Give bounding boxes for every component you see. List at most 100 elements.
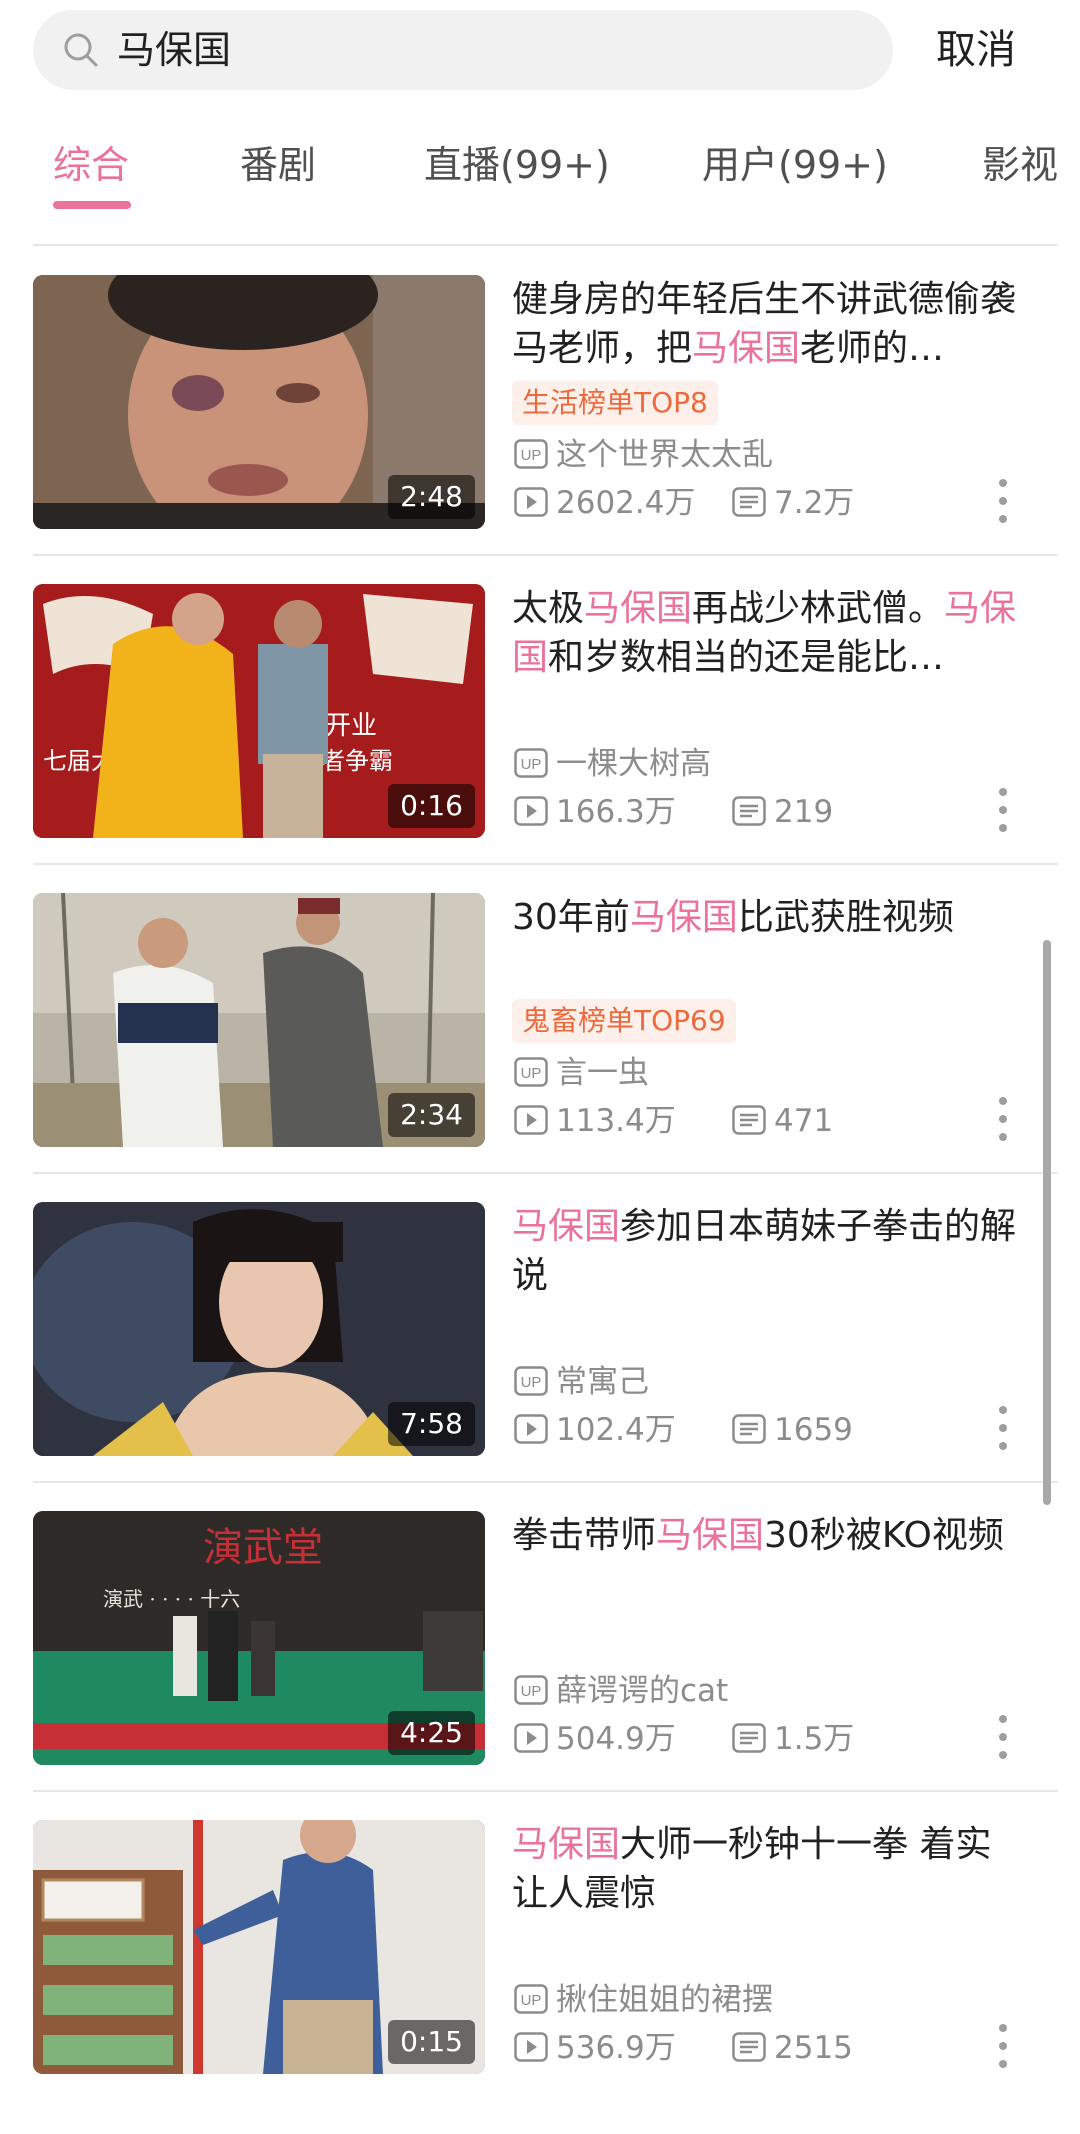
video-item[interactable]: 2:34 30年前马保国比武获胜视频 鬼畜榜单TOP69 UP 言一虫 113.4…	[0, 893, 1080, 1202]
video-thumbnail[interactable]: 2:34	[33, 893, 485, 1147]
search-results-screen: 马保国 取消 综合 番剧 直播(99+) 用户(99+) 影视 2:48 健身房…	[0, 0, 1080, 2134]
video-thumbnail[interactable]: 7:58	[33, 1202, 485, 1456]
view-count: 113.4万	[514, 1101, 676, 1141]
stats-line: 102.4万 1659	[514, 1410, 853, 1450]
uploader-name: 常寓己	[556, 1364, 649, 1400]
tab-movies[interactable]: 影视	[982, 125, 1058, 205]
danmaku-icon	[732, 1104, 766, 1135]
danmaku-icon	[732, 1722, 766, 1753]
divider	[33, 244, 1058, 246]
video-duration: 4:25	[388, 1711, 475, 1755]
uploader-line[interactable]: UP 言一虫	[514, 1053, 649, 1093]
divider	[33, 1481, 1058, 1483]
tab-users[interactable]: 用户(99+)	[702, 125, 888, 205]
uploader-name: 揪住姐姐的裙摆	[556, 1982, 773, 2018]
stats-line: 2602.4万 7.2万	[514, 483, 854, 523]
danmaku-count: 1659	[732, 1410, 853, 1450]
view-count: 504.9万	[514, 1719, 676, 1759]
view-count: 2602.4万	[514, 483, 695, 523]
video-title[interactable]: 拳击带师马保国30秒被KO视频	[512, 1511, 1022, 1560]
view-count: 102.4万	[514, 1410, 676, 1450]
video-thumbnail[interactable]: 0:15	[33, 1820, 485, 2074]
video-thumbnail[interactable]: 演武堂 演武 · · · · 十六 4:25	[33, 1511, 485, 1765]
up-icon: UP	[514, 1674, 548, 1705]
uploader-line[interactable]: UP 这个世界太太乱	[514, 435, 773, 475]
video-title[interactable]: 30年前马保国比武获胜视频	[512, 893, 1022, 942]
danmaku-icon	[732, 2031, 766, 2062]
svg-text:UP: UP	[521, 447, 542, 464]
video-title[interactable]: 太极马保国再战少林武僧。马保国和岁数相当的还是能比…	[512, 584, 1022, 682]
video-item[interactable]: 7:58 马保国参加日本萌妹子拳击的解说 UP 常寓己 102.4万 1659	[0, 1202, 1080, 1511]
play-count-icon	[514, 1413, 548, 1444]
danmaku-icon	[732, 486, 766, 517]
more-options-icon[interactable]	[988, 1091, 1018, 1147]
active-tab-indicator	[53, 201, 131, 209]
video-title[interactable]: 马保国参加日本萌妹子拳击的解说	[512, 1202, 1022, 1300]
view-count: 166.3万	[514, 792, 676, 832]
video-thumbnail[interactable]: 2:48	[33, 275, 485, 529]
video-title[interactable]: 健身房的年轻后生不讲武德偷袭马老师，把马保国老师的…	[512, 275, 1022, 373]
danmaku-icon	[732, 795, 766, 826]
uploader-line[interactable]: UP 一棵大树高	[514, 744, 711, 784]
video-item[interactable]: 0:15 马保国大师一秒钟十一拳 着实让人震惊 UP 揪住姐姐的裙摆 536.9万…	[0, 1820, 1080, 2129]
uploader-name: 薛谔谔的cat	[556, 1673, 729, 1709]
svg-text:演武 · · · · 十六: 演武 · · · · 十六	[103, 1587, 240, 1611]
divider	[33, 863, 1058, 865]
search-query[interactable]: 马保国	[117, 10, 231, 90]
video-item[interactable]: 凰馆开业 七届大 击王者争霸 0:16 太极马保国再战少林武僧。马保国和岁数相当…	[0, 584, 1080, 893]
video-duration: 0:15	[388, 2020, 475, 2064]
uploader-line[interactable]: UP 薛谔谔的cat	[514, 1671, 728, 1711]
divider	[33, 554, 1058, 556]
danmaku-count: 7.2万	[732, 483, 854, 523]
danmaku-count: 471	[732, 1101, 833, 1141]
stats-line: 536.9万 2515	[514, 2028, 853, 2068]
scrollbar[interactable]	[1043, 940, 1051, 1505]
play-count-icon	[514, 2031, 548, 2062]
more-options-icon[interactable]	[988, 2018, 1018, 2074]
uploader-name: 这个世界太太乱	[556, 437, 773, 473]
tab-all[interactable]: 综合	[53, 125, 129, 205]
up-icon: UP	[514, 1983, 548, 2014]
more-options-icon[interactable]	[988, 473, 1018, 529]
play-count-icon	[514, 1722, 548, 1753]
cancel-button[interactable]: 取消	[936, 10, 1016, 90]
up-icon: UP	[514, 1365, 548, 1396]
ranking-badge: 鬼畜榜单TOP69	[512, 999, 736, 1043]
search-icon	[64, 33, 98, 67]
uploader-line[interactable]: UP 常寓己	[514, 1362, 649, 1402]
up-icon: UP	[514, 438, 548, 469]
play-count-icon	[514, 486, 548, 517]
search-header: 马保国 取消	[0, 0, 1080, 115]
play-count-icon	[514, 795, 548, 826]
video-duration: 7:58	[388, 1402, 475, 1446]
svg-text:UP: UP	[521, 1374, 542, 1391]
divider	[33, 1172, 1058, 1174]
video-item[interactable]: 2:48 健身房的年轻后生不讲武德偷袭马老师，把马保国老师的… 生活榜单TOP8…	[0, 275, 1080, 584]
uploader-name: 一棵大树高	[556, 746, 711, 782]
more-options-icon[interactable]	[988, 782, 1018, 838]
uploader-line[interactable]: UP 揪住姐姐的裙摆	[514, 1980, 773, 2020]
svg-text:UP: UP	[521, 1683, 542, 1700]
video-duration: 2:48	[388, 475, 475, 519]
tab-bar: 综合 番剧 直播(99+) 用户(99+) 影视	[0, 125, 1080, 215]
danmaku-count: 219	[732, 792, 833, 832]
svg-text:UP: UP	[521, 1065, 542, 1082]
video-thumbnail[interactable]: 凰馆开业 七届大 击王者争霸 0:16	[33, 584, 485, 838]
svg-text:演武堂: 演武堂	[203, 1525, 323, 1571]
video-title[interactable]: 马保国大师一秒钟十一拳 着实让人震惊	[512, 1820, 1022, 1918]
video-item[interactable]: 演武堂 演武 · · · · 十六 4:25 拳击带师马保国30秒被KO视频 U…	[0, 1511, 1080, 1820]
tab-live[interactable]: 直播(99+)	[424, 125, 610, 205]
more-options-icon[interactable]	[988, 1709, 1018, 1765]
danmaku-count: 1.5万	[732, 1719, 854, 1759]
play-count-icon	[514, 1104, 548, 1135]
search-input[interactable]: 马保国	[33, 10, 893, 90]
danmaku-icon	[732, 1413, 766, 1444]
stats-line: 113.4万 471	[514, 1101, 833, 1141]
svg-text:UP: UP	[521, 1992, 542, 2009]
video-duration: 0:16	[388, 784, 475, 828]
danmaku-count: 2515	[732, 2028, 853, 2068]
tab-bangumi[interactable]: 番剧	[240, 125, 316, 205]
svg-text:UP: UP	[521, 756, 542, 773]
more-options-icon[interactable]	[988, 1400, 1018, 1456]
up-icon: UP	[514, 1056, 548, 1087]
